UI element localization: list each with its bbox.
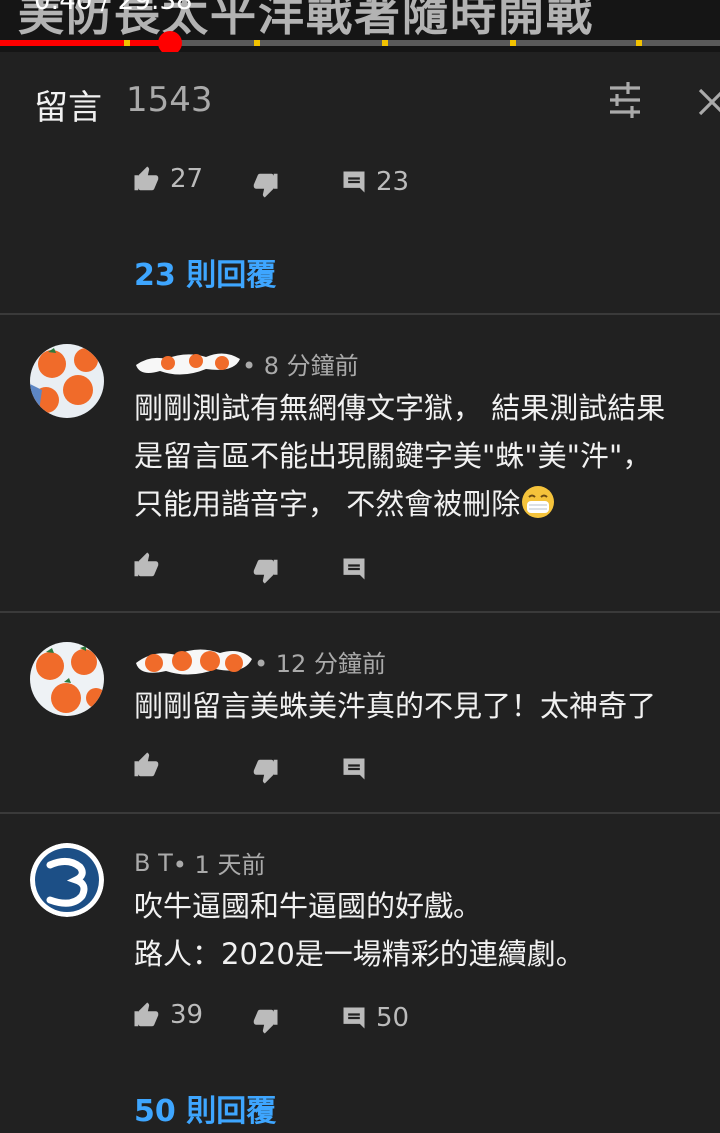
thumbs-down-icon xyxy=(253,559,278,584)
redacted-name-icon xyxy=(136,352,240,375)
comment-line: 只能用諧音字， 不然會被刪除 xyxy=(134,487,521,521)
comment-line: 剛剛測試有無網傳文字獄， 結果測試結果 xyxy=(134,391,666,425)
divider xyxy=(0,812,720,814)
like-button[interactable]: 27 xyxy=(132,164,203,194)
view-replies-link[interactable]: 50 則回覆 xyxy=(134,1086,276,1130)
chapter-marker xyxy=(124,40,130,46)
dislike-button[interactable] xyxy=(250,756,280,786)
chapter-marker xyxy=(254,40,260,46)
divider xyxy=(0,313,720,315)
dislike-button[interactable] xyxy=(250,556,280,586)
progress-fill xyxy=(0,40,170,46)
comment-line: 路人：2020是一場精彩的連續劇。 xyxy=(134,937,585,971)
comment-icon xyxy=(343,758,365,780)
thumbs-up-icon xyxy=(134,166,159,191)
video-time: 0:40 / 29:38 xyxy=(34,0,193,16)
progress-scrubber[interactable] xyxy=(158,31,182,52)
comment-author[interactable]: B T xyxy=(134,849,173,877)
thumbs-down-icon xyxy=(253,759,278,784)
comment-line: 剛剛留言美蛛美汼真的不見了！太神奇了 xyxy=(134,689,657,723)
comment-time: • 12 分鐘前 xyxy=(254,650,386,678)
sort-button[interactable] xyxy=(602,78,648,124)
thumbs-up-icon xyxy=(134,552,159,577)
comment-line: 吹牛逼國和牛逼國的好戲。 xyxy=(134,889,483,923)
dislike-button[interactable] xyxy=(250,170,280,200)
like-count: 39 xyxy=(170,1000,204,1030)
sort-icon xyxy=(610,82,640,118)
dislike-button[interactable] xyxy=(250,1006,280,1036)
like-button[interactable] xyxy=(132,750,162,780)
comments-count: 1543 xyxy=(126,80,213,120)
comments-title: 留言 xyxy=(34,88,102,128)
comment-line: 是留言區不能出現關鍵字美"蛛"美"汼"， xyxy=(134,439,652,473)
comment-text: 吹牛逼國和牛逼國的好戲。 路人：2020是一場精彩的連續劇。 xyxy=(134,882,585,978)
close-button[interactable] xyxy=(690,78,720,124)
like-button[interactable] xyxy=(132,550,162,580)
comment-icon xyxy=(343,558,365,580)
comment-meta: • 8 分鐘前 xyxy=(134,346,359,381)
chapter-marker xyxy=(510,40,516,46)
comment-meta: B T • 1 天前 xyxy=(134,845,265,880)
progress-bar[interactable] xyxy=(0,40,720,46)
chapter-marker xyxy=(382,40,388,46)
thumbs-down-icon xyxy=(253,173,278,198)
reply-count: 23 xyxy=(376,167,410,197)
orange-pattern-avatar-icon xyxy=(30,642,104,716)
comment-time: • 8 分鐘前 xyxy=(242,352,359,380)
blue-logo-avatar-icon xyxy=(30,843,104,917)
comment-time: • 1 天前 xyxy=(172,851,266,879)
redacted-name-icon xyxy=(136,648,252,675)
commenter-avatar[interactable] xyxy=(30,344,104,418)
like-count: 27 xyxy=(170,164,204,194)
reply-button[interactable] xyxy=(340,555,368,583)
video-player-strip[interactable]: 美防長太平洋戰著隨時開戰 0:40 / 29:38 xyxy=(0,0,720,52)
reply-button[interactable] xyxy=(340,755,368,783)
view-replies-link[interactable]: 23 則回覆 xyxy=(134,250,276,294)
comment-meta: • 12 分鐘前 xyxy=(134,644,386,679)
comment-icon xyxy=(343,1007,365,1029)
medical-mask-emoji-icon xyxy=(522,486,555,518)
commenter-avatar[interactable] xyxy=(30,642,104,716)
thumbs-down-icon xyxy=(253,1009,278,1034)
close-icon xyxy=(698,88,720,116)
comment-text: 剛剛留言美蛛美汼真的不見了！太神奇了 xyxy=(134,682,656,730)
reply-button[interactable]: 23 xyxy=(340,167,409,197)
reply-count: 50 xyxy=(376,1003,410,1033)
chapter-marker xyxy=(636,40,642,46)
thumbs-up-icon xyxy=(134,1002,159,1027)
orange-pattern-avatar-icon xyxy=(30,344,104,418)
divider xyxy=(0,611,720,613)
commenter-avatar[interactable] xyxy=(30,843,104,917)
thumbs-up-icon xyxy=(134,752,159,777)
comment-icon xyxy=(343,171,365,193)
comment-text: 剛剛測試有無網傳文字獄， 結果測試結果 是留言區不能出現關鍵字美"蛛"美"汼"，… xyxy=(134,384,665,528)
reply-button[interactable]: 50 xyxy=(340,1003,409,1033)
like-button[interactable]: 39 xyxy=(132,1000,203,1030)
